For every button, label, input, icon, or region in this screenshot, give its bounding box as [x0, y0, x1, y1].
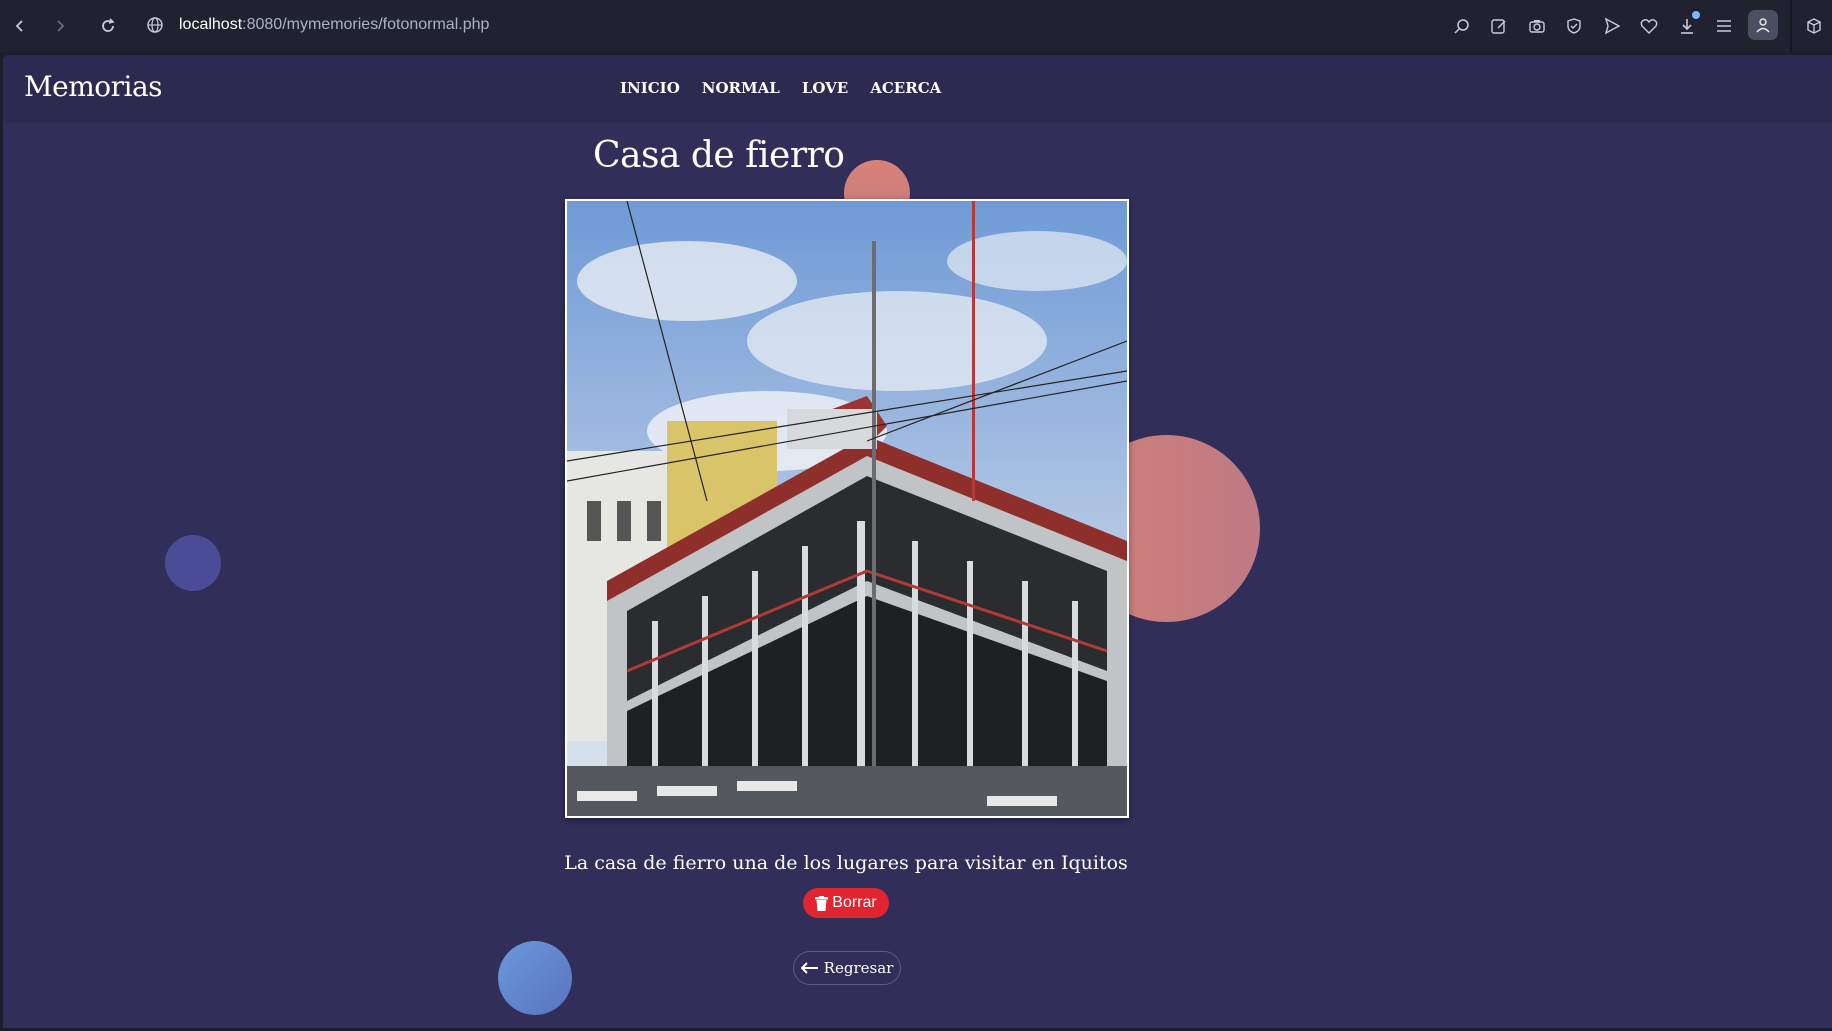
- search-page-icon[interactable]: [1450, 14, 1474, 38]
- menu-item-normal[interactable]: NORMAL: [702, 79, 780, 97]
- address-bar[interactable]: localhost:8080/mymemories/fotonormal.php: [179, 16, 489, 34]
- back-button[interactable]: Regresar: [793, 951, 901, 985]
- decorative-bubble: [165, 535, 221, 591]
- camera-icon[interactable]: [1525, 14, 1549, 38]
- shield-icon[interactable]: [1562, 14, 1586, 38]
- site-menu: INICIO NORMAL LOVE ACERCA: [620, 79, 963, 97]
- menu-item-inicio[interactable]: INICIO: [620, 79, 680, 97]
- back-button-label: Regresar: [823, 959, 894, 977]
- reload-icon[interactable]: [94, 12, 122, 40]
- building-photo-illustration: [567, 201, 1127, 816]
- extensions-cube-icon[interactable]: [1802, 14, 1826, 38]
- heart-icon[interactable]: [1637, 14, 1661, 38]
- globe-icon: [147, 17, 163, 33]
- photo: [565, 199, 1129, 818]
- profile-avatar-icon[interactable]: [1748, 10, 1778, 40]
- url-path: :8080/mymemories/fotonormal.php: [242, 16, 490, 33]
- menu-item-love[interactable]: LOVE: [802, 79, 848, 97]
- browser-toolbar: localhost:8080/mymemories/fotonormal.php: [0, 0, 1832, 52]
- site-navbar: Memorias INICIO NORMAL LOVE ACERCA: [3, 55, 1832, 123]
- toolbar-separator: [1790, 0, 1792, 52]
- photo-caption: La casa de fierro una de los lugares par…: [564, 852, 1128, 874]
- menu-item-acerca[interactable]: ACERCA: [870, 79, 941, 97]
- delete-button[interactable]: Borrar: [803, 888, 889, 918]
- delete-button-label: Borrar: [832, 894, 877, 911]
- send-icon[interactable]: [1600, 14, 1624, 38]
- arrow-left-icon: [800, 962, 818, 974]
- web-page: Memorias INICIO NORMAL LOVE ACERCA Casa …: [3, 55, 1832, 1028]
- site-brand[interactable]: Memorias: [24, 70, 163, 103]
- download-badge: [1692, 11, 1700, 19]
- decorative-bubble: [498, 941, 572, 1015]
- forward-arrow-icon[interactable]: [46, 12, 74, 40]
- menu-lines-icon[interactable]: [1712, 14, 1736, 38]
- edit-icon[interactable]: [1487, 14, 1511, 38]
- photo-title: Casa de fierro: [593, 135, 845, 176]
- url-host: localhost: [179, 16, 243, 33]
- back-arrow-icon[interactable]: [6, 12, 34, 40]
- trash-icon: [815, 895, 829, 911]
